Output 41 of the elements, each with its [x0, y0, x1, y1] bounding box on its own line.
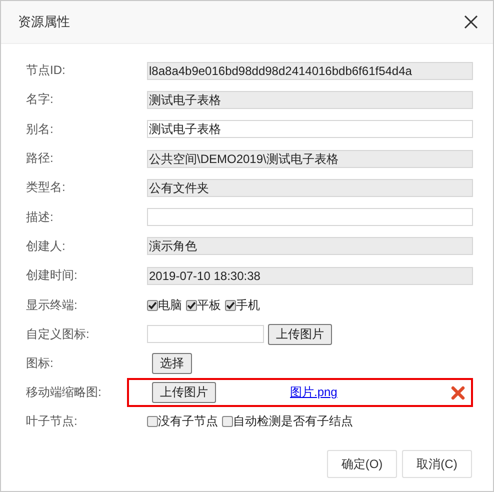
field-label: 移动端缩略图:: [25, 384, 102, 402]
field-label: 节点ID:: [25, 62, 66, 80]
cancel-button[interactable]: 取消(C): [402, 450, 472, 478]
checkbox-label: 电脑: [158, 296, 182, 314]
select-button[interactable]: 选择: [152, 353, 192, 374]
checkbox[interactable]: [186, 300, 197, 311]
field-label: 叶子节点:: [25, 413, 78, 430]
file-link[interactable]: 图片.png: [290, 384, 447, 402]
checkbox-label: 没有子节点: [158, 413, 218, 430]
checkbox[interactable]: [147, 300, 158, 311]
field-label: 自定义图标:: [25, 326, 90, 343]
field-label: 图标:: [25, 355, 54, 372]
readonly-field[interactable]: 演示角色: [147, 237, 473, 256]
delete-icon[interactable]: [451, 386, 465, 400]
checkbox-label: 自动检测是否有子结点: [233, 413, 353, 430]
checkbox-label: 平板: [197, 296, 221, 314]
field-label: 创建时间:: [25, 267, 78, 284]
field-label: 描述:: [25, 208, 54, 226]
input-field[interactable]: [147, 325, 264, 344]
close-icon[interactable]: [464, 15, 478, 29]
readonly-field[interactable]: 测试电子表格: [147, 90, 473, 109]
field-label: 创建人:: [25, 238, 66, 255]
upload-button[interactable]: 上传图片: [268, 324, 332, 345]
upload-button[interactable]: 上传图片: [152, 382, 216, 404]
field-label: 显示终端:: [25, 296, 78, 314]
checkbox-label: 手机: [236, 296, 260, 314]
input-field[interactable]: [147, 208, 473, 226]
field-label: 类型名:: [25, 179, 66, 196]
readonly-field[interactable]: 2019-07-10 18:30:38: [147, 266, 473, 285]
field-label: 路径:: [25, 150, 54, 168]
readonly-field[interactable]: l8a8a4b9e016bd98dd98d2414016bdb6f61f54d4a: [147, 62, 473, 80]
readonly-field[interactable]: 公共空间\DEMO2019\测试电子表格: [147, 150, 473, 168]
readonly-field[interactable]: 公有文件夹: [147, 178, 473, 197]
confirm-button[interactable]: 确定(O): [327, 450, 397, 478]
field-label: 名字:: [25, 91, 54, 108]
field-label: 别名:: [25, 120, 54, 138]
checkbox[interactable]: [225, 300, 236, 311]
checkbox[interactable]: [222, 416, 233, 428]
window-title: 资源属性: [18, 13, 70, 31]
input-field[interactable]: 测试电子表格: [147, 120, 473, 138]
checkbox[interactable]: [147, 416, 158, 428]
